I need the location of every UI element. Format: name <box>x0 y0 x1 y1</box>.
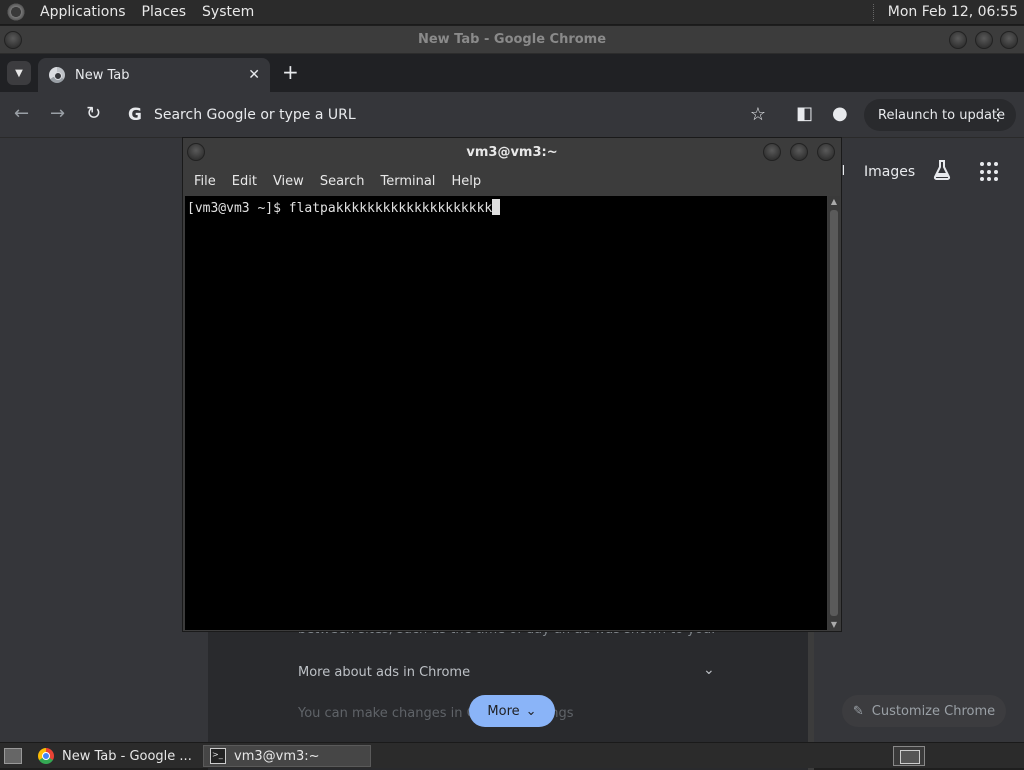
tab-new-tab[interactable]: New Tab ✕ <box>38 58 270 92</box>
menu-help[interactable]: Help <box>444 174 490 189</box>
places-menu[interactable]: Places <box>134 4 195 20</box>
new-tab-button[interactable]: + <box>282 62 299 82</box>
bottom-taskbar: New Tab - Google ... >_ vm3@vm3:~ <box>0 742 1024 768</box>
menu-terminal[interactable]: Terminal <box>373 174 444 189</box>
terminal-window-title: vm3@vm3:~ <box>466 144 558 160</box>
taskbar-item-chrome[interactable]: New Tab - Google ... <box>32 745 200 767</box>
menu-search[interactable]: Search <box>313 174 374 189</box>
chevron-down-icon: ⌄ <box>525 703 537 719</box>
panel-menu: Applications Places System <box>0 0 262 24</box>
shell-prompt: [vm3@vm3 ~]$ <box>187 201 289 216</box>
arrow-left-icon[interactable]: ← <box>14 104 29 124</box>
panel-separator <box>873 4 874 21</box>
reload-icon[interactable]: ↻ <box>86 104 101 124</box>
terminal-icon: >_ <box>210 748 226 764</box>
top-panel: Applications Places System Mon Feb 12, 0… <box>0 0 1024 25</box>
terminal-titlebar[interactable]: vm3@vm3:~ <box>183 138 841 166</box>
close-window-button[interactable] <box>817 143 835 161</box>
labs-flask-icon[interactable] <box>930 158 954 182</box>
maximize-button[interactable] <box>790 143 808 161</box>
relaunch-label: Relaunch to update <box>878 107 1006 123</box>
menu-edit[interactable]: Edit <box>225 174 266 189</box>
customize-chrome-button[interactable]: ✎ Customize Chrome <box>842 695 1006 727</box>
omnibox[interactable]: G Search Google or type a URL ☆ <box>120 98 780 132</box>
menu-file[interactable]: File <box>187 174 225 189</box>
menu-view[interactable]: View <box>266 174 313 189</box>
profile-icon[interactable]: ● <box>832 104 848 124</box>
more-button[interactable]: More ⌄ <box>469 695 555 727</box>
menu-dots-icon[interactable]: ⋮ <box>990 105 1006 124</box>
customize-label: Customize Chrome <box>871 703 996 719</box>
shell-command: flatpakkkkkkkkkkkkkkkkkkkk <box>288 201 493 216</box>
distro-logo-icon[interactable] <box>6 2 26 22</box>
side-panel-icon[interactable]: ◧ <box>796 104 813 124</box>
omnibox-placeholder: Search Google or type a URL <box>153 107 356 123</box>
chevron-down-icon[interactable]: ⌄ <box>703 662 715 678</box>
workspace-switcher[interactable] <box>893 746 925 766</box>
chrome-toolbar: ← → ↻ G Search Google or type a URL ☆ ◧ … <box>0 92 1024 138</box>
show-desktop-icon[interactable] <box>4 748 22 764</box>
terminal-scrollbar[interactable]: ▲ ▼ <box>828 196 840 630</box>
google-g-icon: G <box>128 105 142 125</box>
relaunch-button[interactable]: Relaunch to update ⋮ <box>864 99 1016 131</box>
pencil-icon: ✎ <box>852 703 864 719</box>
tab-search-button[interactable]: ▼ <box>7 61 31 85</box>
terminal-screen[interactable]: [vm3@vm3 ~]$ flatpakkkkkkkkkkkkkkkkkkkk <box>185 196 827 630</box>
chrome-icon <box>38 748 54 764</box>
google-apps-icon[interactable] <box>980 162 1000 182</box>
close-tab-icon[interactable]: ✕ <box>248 67 260 83</box>
taskbar-item-terminal[interactable]: >_ vm3@vm3:~ <box>203 745 371 767</box>
taskbar-item-label: vm3@vm3:~ <box>234 748 320 764</box>
close-window-button[interactable] <box>1000 31 1018 49</box>
clock[interactable]: Mon Feb 12, 06:55 <box>888 4 1018 20</box>
applications-menu[interactable]: Applications <box>32 4 134 20</box>
maximize-button[interactable] <box>975 31 993 49</box>
scrollbar-thumb[interactable] <box>830 210 838 616</box>
images-link[interactable]: Images <box>864 164 915 180</box>
tab-strip: ▼ New Tab ✕ + <box>0 54 1024 92</box>
tab-title: New Tab <box>75 67 130 83</box>
system-menu[interactable]: System <box>194 4 262 20</box>
chrome-favicon-icon <box>49 67 65 83</box>
scroll-down-icon[interactable]: ▼ <box>828 620 840 629</box>
more-about-ads-link[interactable]: More about ads in Chrome <box>298 665 470 680</box>
chrome-window-title: New Tab - Google Chrome <box>417 32 607 47</box>
window-menu-button[interactable] <box>187 143 205 161</box>
text-cursor <box>492 199 501 215</box>
minimize-button[interactable] <box>949 31 967 49</box>
taskbar-item-label: New Tab - Google ... <box>62 748 192 764</box>
window-menu-button[interactable] <box>4 31 22 49</box>
chevron-down-icon: ▼ <box>15 67 23 79</box>
scroll-up-icon[interactable]: ▲ <box>828 197 840 206</box>
chrome-titlebar[interactable]: New Tab - Google Chrome <box>0 26 1024 54</box>
arrow-right-icon[interactable]: → <box>50 104 65 124</box>
minimize-button[interactable] <box>763 143 781 161</box>
terminal-menubar: File Edit View Search Terminal Help <box>183 166 841 196</box>
more-label: More <box>487 703 520 719</box>
terminal-window: vm3@vm3:~ File Edit View Search Terminal… <box>182 137 842 632</box>
star-icon[interactable]: ☆ <box>750 104 766 125</box>
